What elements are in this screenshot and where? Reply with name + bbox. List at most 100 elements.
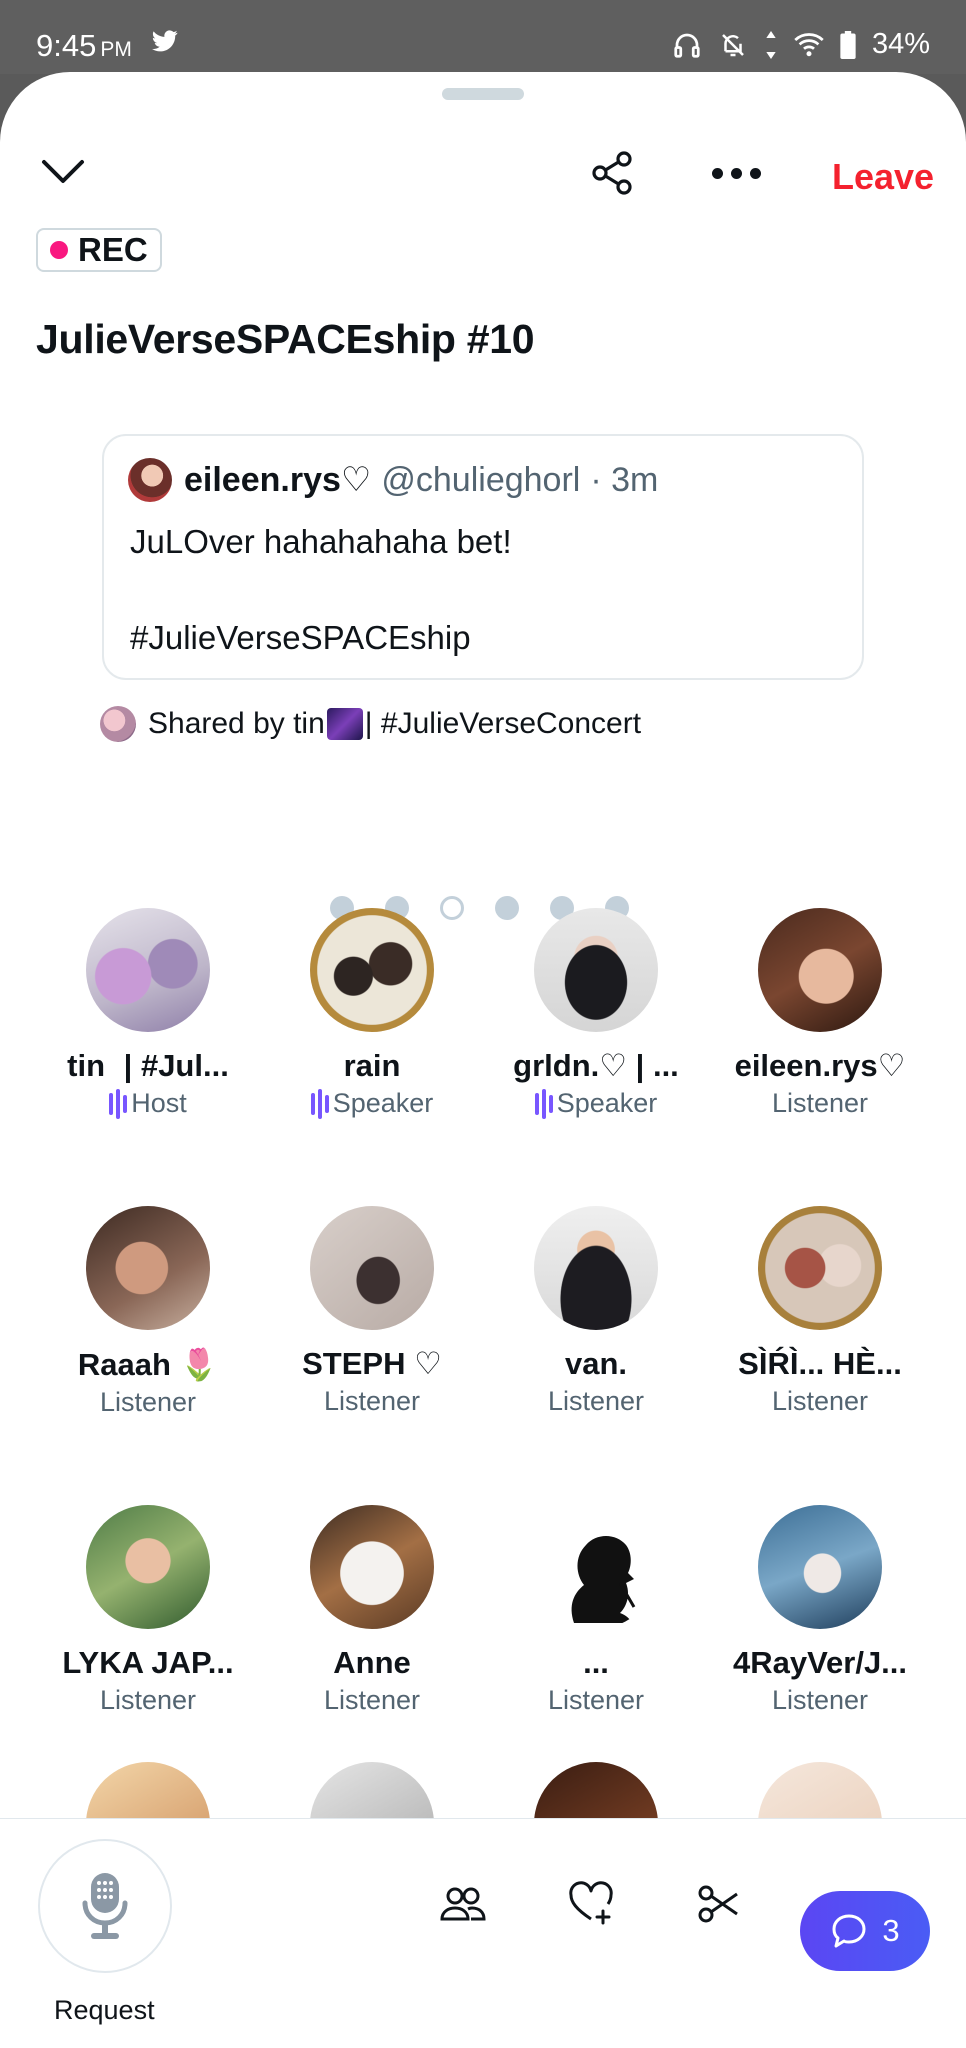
participant-item[interactable]: STEPH ♡ Listener <box>260 1206 484 1418</box>
participant-item[interactable]: rain Speaker <box>260 908 484 1119</box>
list-item[interactable] <box>484 1762 708 1818</box>
participant-role: Listener <box>324 1685 420 1716</box>
participant-item[interactable]: Anne Listener <box>260 1505 484 1716</box>
tweet-text: JuLOver hahahahaha bet! #JulieVerseSPACE… <box>130 523 512 656</box>
participant-role-label: Speaker <box>556 1088 658 1118</box>
participants-grid: tin | #Jul... Host rain Speaker grldn.♡ | ..… <box>36 908 930 1716</box>
participant-role-label: Listener <box>99 1685 197 1715</box>
avatar <box>310 1505 434 1629</box>
avatar <box>534 1762 658 1818</box>
participant-role: Listener <box>324 1386 420 1417</box>
chevron-down-icon[interactable] <box>40 156 86 186</box>
heart-plus-icon[interactable] <box>568 1881 614 1927</box>
participant-name: 4RayVer/J... <box>732 1645 908 1680</box>
battery-icon <box>840 30 856 59</box>
avatar <box>758 908 882 1032</box>
status-bar: 9:45 PM 34% <box>0 0 966 74</box>
avatar <box>310 1762 434 1818</box>
participant-name: eileen.rys♡ <box>734 1048 906 1083</box>
participant-item[interactable]: LYKA JAP... Listener <box>36 1505 260 1716</box>
participant-item[interactable]: van. Listener <box>484 1206 708 1418</box>
clock-ampm: PM <box>100 38 132 61</box>
participant-name: ... <box>583 1645 609 1680</box>
data-arrows-icon <box>766 30 776 59</box>
participant-role-label: Host <box>131 1088 187 1118</box>
tweet-header: eileen.rys♡ @chulieghorl · 3m <box>128 458 658 502</box>
tweet-author-handle: @chulieghorl <box>381 460 581 499</box>
avatar <box>310 1206 434 1330</box>
participant-name: rain <box>343 1048 401 1083</box>
battery-percent: 34% <box>871 28 930 60</box>
drag-handle[interactable] <box>442 88 524 100</box>
more-options-button[interactable] <box>712 168 761 179</box>
pinned-tweet[interactable]: eileen.rys♡ @chulieghorl · 3m JuLOver ha… <box>102 434 864 680</box>
avatar <box>86 908 210 1032</box>
participant-name: SÌŔÌ... HÈ... <box>738 1346 902 1381</box>
list-item[interactable] <box>36 1762 260 1818</box>
avatar <box>534 908 658 1032</box>
avatar <box>534 1206 658 1330</box>
participant-role-label: Listener <box>771 1088 869 1118</box>
rec-label: REC <box>78 231 148 268</box>
space-title: JulieVerseSPACEship #10 <box>36 316 535 362</box>
participant-role: Listener <box>548 1685 644 1716</box>
share-icon[interactable] <box>590 150 636 196</box>
participant-item[interactable]: grldn.♡ | ... Speaker <box>484 908 708 1119</box>
rec-badge: REC <box>36 228 162 272</box>
galaxy-emoji-icon <box>326 708 363 740</box>
participant-name: Raaah 🌷 <box>77 1347 219 1382</box>
participant-item[interactable]: Raaah 🌷 Listener <box>36 1206 260 1418</box>
clock-time: 9:45 <box>36 28 97 63</box>
chat-button[interactable]: 3 <box>800 1891 930 1971</box>
shared-by-prefix: Shared by tin <box>148 707 325 740</box>
participant-name: tin | #Jul... <box>67 1048 229 1083</box>
request-mic-button[interactable] <box>38 1839 172 1973</box>
participant-role: Listener <box>772 1685 868 1716</box>
avatar <box>100 706 136 742</box>
shared-by-suffix: | #JulieVerseConcert <box>364 707 642 740</box>
wifi-icon <box>794 32 824 56</box>
avatar[interactable] <box>128 458 172 502</box>
participant-role-label: Listener <box>771 1685 869 1715</box>
tweet-time: · 3m <box>590 460 659 499</box>
participant-name: van. <box>564 1346 628 1381</box>
recording-dot-icon <box>50 241 68 259</box>
avatar <box>86 1206 210 1330</box>
list-item[interactable] <box>260 1762 484 1818</box>
scissors-clip-icon[interactable] <box>696 1881 742 1927</box>
avatar <box>758 1206 882 1330</box>
participant-role-label: Listener <box>323 1685 421 1715</box>
bottom-bar: Request 3 <box>0 1818 966 2048</box>
speaking-bars-icon <box>109 1088 128 1119</box>
participant-role-label: Speaker <box>332 1088 434 1118</box>
participant-role: Speaker <box>310 1088 434 1119</box>
avatar <box>86 1762 210 1818</box>
participant-role: Speaker <box>534 1088 658 1119</box>
leave-button[interactable]: Leave <box>832 156 934 198</box>
headphones-icon <box>674 33 700 58</box>
speaking-bars-icon <box>310 1088 329 1119</box>
dot <box>731 168 742 179</box>
participant-item[interactable]: tin | #Jul... Host <box>36 908 260 1119</box>
participant-role: Host <box>109 1088 187 1119</box>
list-item[interactable] <box>708 1762 930 1818</box>
avatar <box>758 1505 882 1629</box>
avatar <box>758 1762 882 1818</box>
twitter-bird-icon <box>152 30 178 52</box>
participant-role: Listener <box>100 1685 196 1716</box>
people-icon[interactable] <box>440 1881 486 1927</box>
participant-name: LYKA JAP... <box>62 1645 234 1680</box>
participant-item[interactable]: SÌŔÌ... HÈ... Listener <box>708 1206 932 1418</box>
dot <box>712 168 723 179</box>
chat-count: 3 <box>882 1913 900 1948</box>
clock: 9:45 PM <box>36 28 132 64</box>
avatar <box>86 1505 210 1629</box>
participant-role-label: Listener <box>323 1386 421 1416</box>
participant-item[interactable]: eileen.rys♡ Listener <box>708 908 932 1119</box>
shared-by-line: Shared by tin | #JulieVerseConcert <box>100 706 641 742</box>
avatar <box>310 908 434 1032</box>
participant-item[interactable]: 4RayVer/J... Listener <box>708 1505 932 1716</box>
participants-row-partial <box>36 1762 930 1818</box>
participant-name: grldn.♡ | ... <box>513 1048 679 1083</box>
participant-item[interactable]: ... Listener <box>484 1505 708 1716</box>
